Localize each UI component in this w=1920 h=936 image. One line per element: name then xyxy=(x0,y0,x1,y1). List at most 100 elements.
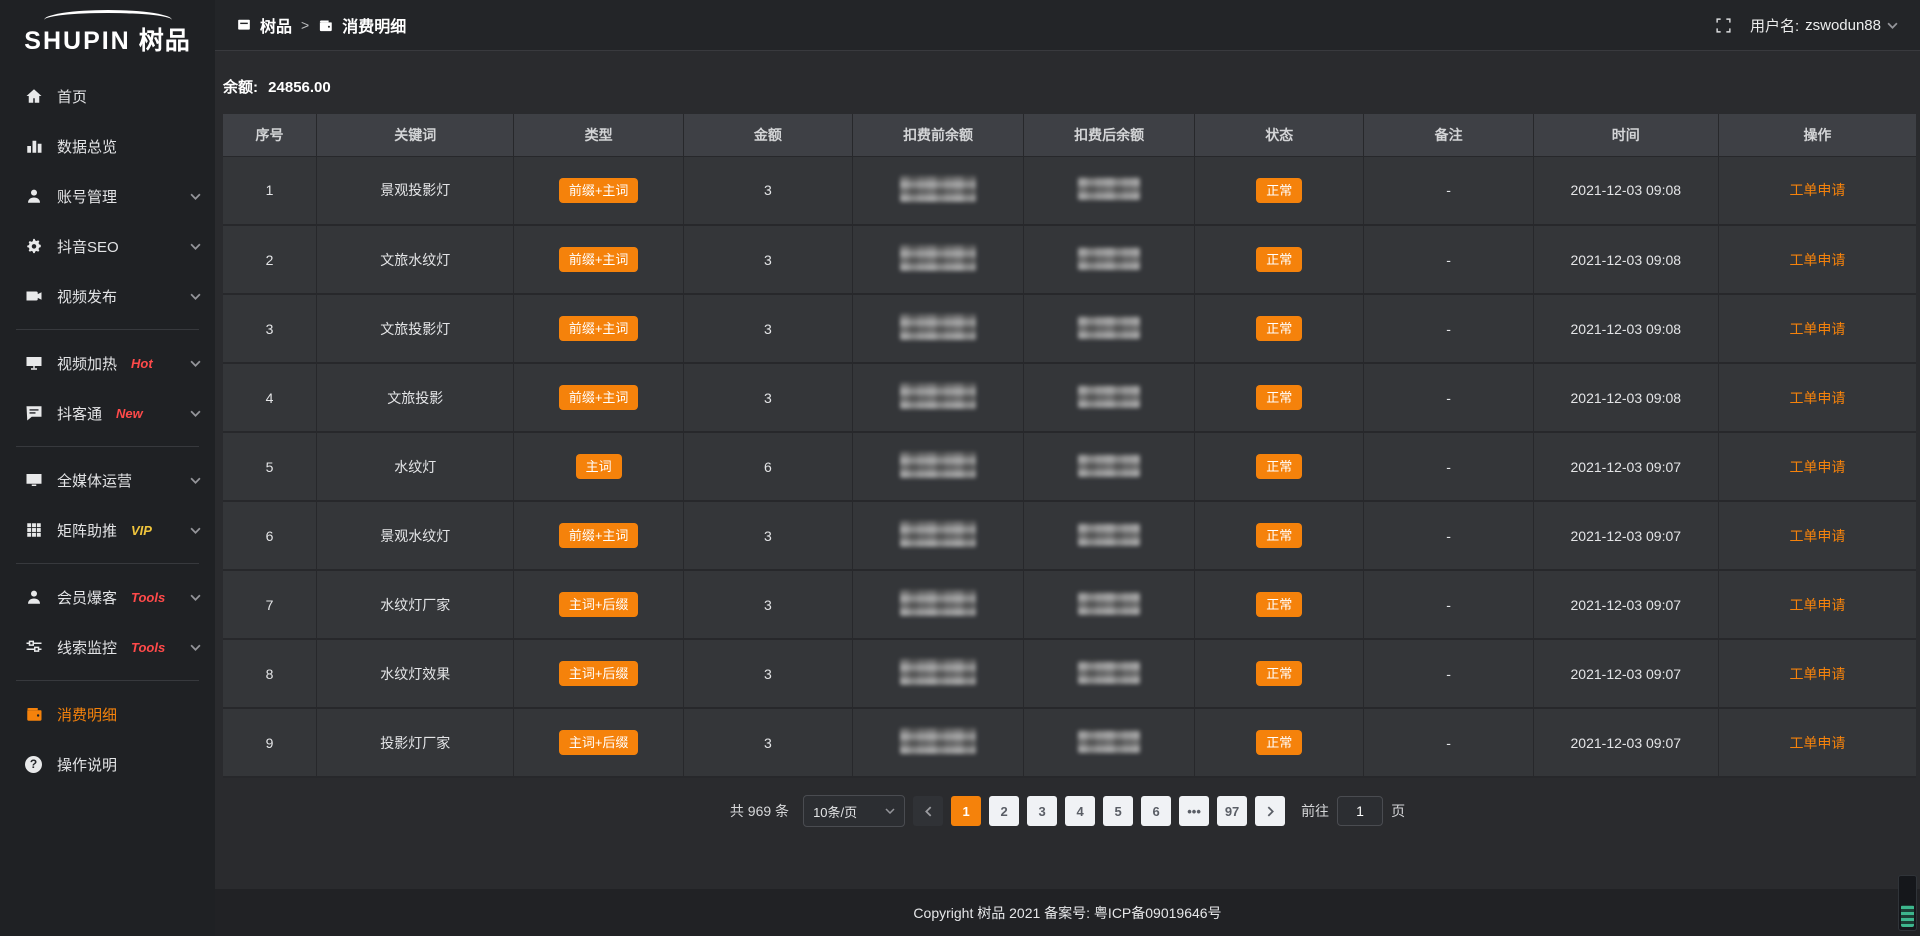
goto-page-input[interactable] xyxy=(1337,796,1383,826)
cell-remark: - xyxy=(1364,432,1533,501)
cell-keyword: 水纹灯效果 xyxy=(316,639,514,708)
cell-type: 主词+后缀 xyxy=(514,570,683,639)
cell-type: 主词+后缀 xyxy=(514,639,683,708)
work-order-link[interactable]: 工单申请 xyxy=(1789,182,1845,198)
sidebar-item-omnimedia-operation[interactable]: 全媒体运营 xyxy=(0,455,215,505)
work-order-link[interactable]: 工单申请 xyxy=(1789,528,1845,544)
type-badge: 主词+后缀 xyxy=(559,661,639,686)
work-order-link[interactable]: 工单申请 xyxy=(1789,735,1845,751)
cell-index: 5 xyxy=(223,432,316,501)
cell-amount: 3 xyxy=(683,639,852,708)
floating-widget[interactable] xyxy=(1898,875,1917,931)
dashboard-icon xyxy=(237,18,251,32)
cell-balance-before xyxy=(853,225,1024,294)
chevron-down-icon xyxy=(190,243,201,250)
col-action: 操作 xyxy=(1718,114,1916,156)
masked-value xyxy=(1078,523,1140,546)
chevron-down-icon xyxy=(190,477,201,484)
user-icon xyxy=(24,187,43,206)
main-content: 余额: 24856.00 序号 关键词 类型 金额 扣费前余额 扣费后余额 状态… xyxy=(215,52,1920,936)
chevron-down-icon xyxy=(190,193,201,200)
sidebar-item-instructions[interactable]: ? 操作说明 xyxy=(0,739,215,789)
col-balance-after: 扣费后余额 xyxy=(1024,114,1195,156)
sidebar-item-douketong[interactable]: 抖客通 New xyxy=(0,388,215,438)
chevron-down-icon xyxy=(190,527,201,534)
breadcrumb-root[interactable]: 树品 xyxy=(260,13,292,37)
work-order-link[interactable]: 工单申请 xyxy=(1789,597,1845,613)
cell-balance-before xyxy=(853,156,1024,225)
status-badge: 正常 xyxy=(1256,316,1302,341)
col-amount: 金额 xyxy=(683,114,852,156)
cell-status: 正常 xyxy=(1195,708,1364,777)
sidebar-item-douyin-seo[interactable]: 抖音SEO xyxy=(0,221,215,271)
page-size-select[interactable]: 10条/页 xyxy=(803,795,905,827)
topbar: 树品 > 消费明细 用户名: zswodun88 xyxy=(215,0,1920,51)
sidebar-item-matrix-boost[interactable]: 矩阵助推 VIP xyxy=(0,505,215,555)
status-badge: 正常 xyxy=(1256,661,1302,686)
sidebar-item-video-heating[interactable]: 视频加热 Hot xyxy=(0,338,215,388)
type-badge: 前缀+主词 xyxy=(559,523,639,548)
type-badge: 前缀+主词 xyxy=(559,385,639,410)
sidebar-item-video-publish[interactable]: 视频发布 xyxy=(0,271,215,321)
work-order-link[interactable]: 工单申请 xyxy=(1789,666,1845,682)
cell-amount: 3 xyxy=(683,225,852,294)
wallet-icon xyxy=(318,18,333,33)
sidebar-item-lead-monitoring[interactable]: 线索监控 Tools xyxy=(0,622,215,672)
cell-time: 2021-12-03 09:08 xyxy=(1533,156,1718,225)
prev-page-button[interactable] xyxy=(913,796,943,826)
cell-action: 工单申请 xyxy=(1718,570,1916,639)
page-button-6[interactable]: 6 xyxy=(1141,796,1171,826)
goto-label: 前往 xyxy=(1301,801,1329,821)
question-circle-icon: ? xyxy=(24,755,43,774)
status-badge: 正常 xyxy=(1256,454,1302,479)
video-camera-icon xyxy=(24,287,43,306)
table-row: 2 文旅水纹灯 前缀+主词 3 正常 - 2021-12-03 09:08 工单… xyxy=(223,225,1916,294)
cell-amount: 6 xyxy=(683,432,852,501)
col-status: 状态 xyxy=(1195,114,1364,156)
cell-index: 1 xyxy=(223,156,316,225)
page-button-1[interactable]: 1 xyxy=(951,796,981,826)
cell-time: 2021-12-03 09:08 xyxy=(1533,363,1718,432)
page-button-4[interactable]: 4 xyxy=(1065,796,1095,826)
sidebar-item-label: 抖客通 xyxy=(57,403,102,424)
masked-value xyxy=(900,452,976,478)
cell-index: 4 xyxy=(223,363,316,432)
sidebar-item-consumption-details[interactable]: 消费明细 xyxy=(0,689,215,739)
cell-action: 工单申请 xyxy=(1718,708,1916,777)
cell-time: 2021-12-03 09:08 xyxy=(1533,225,1718,294)
cell-balance-before xyxy=(853,570,1024,639)
sidebar-item-data-overview[interactable]: 数据总览 xyxy=(0,121,215,171)
vip-badge: VIP xyxy=(131,523,152,538)
cell-time: 2021-12-03 09:07 xyxy=(1533,432,1718,501)
sidebar-item-account-management[interactable]: 账号管理 xyxy=(0,171,215,221)
sidebar-item-member-booster[interactable]: 会员爆客 Tools xyxy=(0,572,215,622)
cell-index: 9 xyxy=(223,708,316,777)
sidebar-item-label: 视频加热 xyxy=(57,353,117,374)
page-button-2[interactable]: 2 xyxy=(989,796,1019,826)
next-page-button[interactable] xyxy=(1255,796,1285,826)
breadcrumb-separator: > xyxy=(301,17,309,33)
work-order-link[interactable]: 工单申请 xyxy=(1789,252,1845,268)
page-button-5[interactable]: 5 xyxy=(1103,796,1133,826)
table-row: 9 投影灯厂家 主词+后缀 3 正常 - 2021-12-03 09:07 工单… xyxy=(223,708,1916,777)
work-order-link[interactable]: 工单申请 xyxy=(1789,459,1845,475)
work-order-link[interactable]: 工单申请 xyxy=(1789,321,1845,337)
cell-keyword: 文旅投影 xyxy=(316,363,514,432)
page-ellipsis-button[interactable]: ••• xyxy=(1179,796,1209,826)
cell-action: 工单申请 xyxy=(1718,294,1916,363)
work-order-link[interactable]: 工单申请 xyxy=(1789,390,1845,406)
cell-status: 正常 xyxy=(1195,570,1364,639)
cell-status: 正常 xyxy=(1195,363,1364,432)
pagination: 共 969 条 10条/页 1 2 3 4 5 6 ••• 97 前往 页 xyxy=(215,795,1920,827)
tools-badge: Tools xyxy=(131,590,165,605)
user-menu[interactable]: 用户名: zswodun88 xyxy=(1750,15,1898,36)
sidebar-divider xyxy=(16,446,199,447)
type-badge: 前缀+主词 xyxy=(559,316,639,341)
fullscreen-icon[interactable] xyxy=(1715,17,1732,34)
cell-time: 2021-12-03 09:07 xyxy=(1533,639,1718,708)
page-button-3[interactable]: 3 xyxy=(1027,796,1057,826)
sidebar-item-home[interactable]: 首页 xyxy=(0,71,215,121)
logo-arc-decoration xyxy=(44,10,172,20)
cell-time: 2021-12-03 09:07 xyxy=(1533,501,1718,570)
page-button-97[interactable]: 97 xyxy=(1217,796,1247,826)
